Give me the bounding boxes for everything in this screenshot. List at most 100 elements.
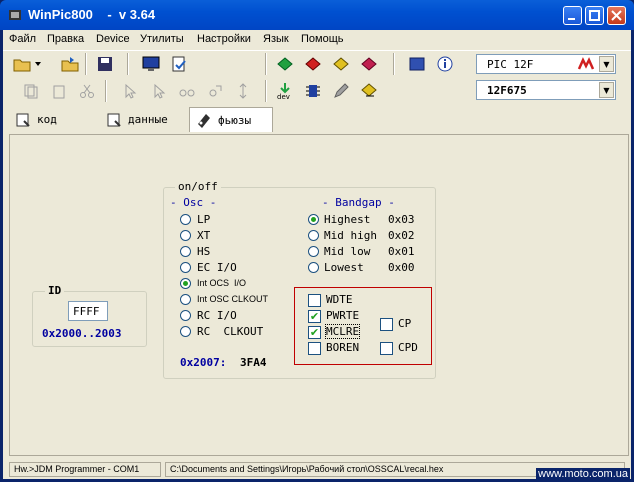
- about-button[interactable]: [435, 54, 455, 74]
- verify-button[interactable]: [331, 54, 351, 74]
- chevron-down-icon[interactable]: ▼: [599, 82, 614, 98]
- maximize-button[interactable]: [585, 6, 604, 25]
- osc-radio[interactable]: [180, 214, 191, 225]
- fuse-checkbox-pwrte[interactable]: ✔ PWRTE: [308, 309, 378, 324]
- cut-button[interactable]: [77, 81, 97, 101]
- bandgap-option-value: 0x02: [388, 229, 415, 242]
- bandgap-radio[interactable]: [308, 262, 319, 273]
- chip-read-icon: [277, 57, 293, 71]
- osc-option[interactable]: Int OSC CLKOUT: [180, 293, 290, 307]
- data-page-icon: [107, 113, 121, 127]
- fuse-checkbox-boren[interactable]: BOREN: [308, 341, 378, 356]
- bandgap-radio[interactable]: [308, 230, 319, 241]
- select-button[interactable]: [121, 81, 141, 101]
- fuse-checkbox-cp[interactable]: CP: [380, 317, 450, 332]
- separator: [127, 53, 128, 75]
- goto-button[interactable]: [233, 81, 253, 101]
- fuse-label: BOREN: [326, 341, 360, 354]
- fuse-label: CP: [398, 317, 412, 330]
- info-icon: [437, 56, 453, 72]
- osc-option[interactable]: RC CLKOUT: [180, 325, 290, 339]
- fuse-checkbox-cpd[interactable]: CPD: [380, 341, 450, 356]
- menu-edit[interactable]: Правка: [47, 33, 84, 45]
- fuse-chip-icon: [198, 114, 210, 128]
- checkbox[interactable]: ✔: [308, 326, 321, 339]
- bandgap-option[interactable]: Lowest 0x00: [308, 261, 423, 275]
- osc-radio[interactable]: [180, 326, 191, 337]
- minimize-button[interactable]: [563, 6, 582, 25]
- chevron-down-icon[interactable]: ▼: [599, 56, 614, 72]
- checkbox[interactable]: [380, 342, 393, 355]
- device-family-select[interactable]: PIC 12F ▼: [476, 54, 616, 74]
- osc-radio[interactable]: [180, 310, 191, 321]
- osc-option-label: EC I/O: [197, 261, 237, 274]
- device-model-select[interactable]: 12F675 ▼: [476, 80, 616, 100]
- bandgap-option[interactable]: Mid low 0x01: [308, 245, 423, 259]
- fuse-checkbox-mclre[interactable]: ✔ MCLRE: [308, 324, 378, 340]
- tab-code[interactable]: код: [15, 107, 79, 132]
- osc-option[interactable]: XT: [180, 229, 290, 243]
- open-folder-icon: [13, 59, 31, 72]
- pointer-button[interactable]: [149, 81, 169, 101]
- close-button[interactable]: [607, 6, 626, 25]
- bandgap-option-value: 0x01: [388, 245, 415, 258]
- replace-button[interactable]: [205, 81, 225, 101]
- open-button[interactable]: [12, 54, 32, 74]
- menu-utilities[interactable]: Утилиты: [140, 33, 184, 45]
- device-detect-button[interactable]: dev: [275, 81, 295, 101]
- toolbar: PIC 12F ▼ dev 12F675 ▼: [3, 50, 631, 107]
- osc-radio[interactable]: [180, 294, 191, 305]
- checkbox[interactable]: [308, 294, 321, 307]
- osc-option-label: LP: [197, 213, 211, 226]
- chip-program-icon: [361, 83, 377, 97]
- osc-option[interactable]: HS: [180, 245, 290, 259]
- bandgap-radio[interactable]: [308, 246, 319, 257]
- pen-button[interactable]: [331, 81, 351, 101]
- osc-radio[interactable]: [180, 262, 191, 273]
- pencil-icon: [334, 83, 349, 98]
- hardware-test-button[interactable]: [303, 81, 323, 101]
- menu-settings[interactable]: Настройки: [197, 33, 251, 45]
- write-all-button[interactable]: [303, 54, 323, 74]
- bandgap-option[interactable]: Mid high 0x02: [308, 229, 423, 243]
- bandgap-option[interactable]: Highest 0x03: [308, 213, 423, 227]
- menu-device[interactable]: Device: [96, 33, 130, 45]
- manual-button[interactable]: [407, 54, 427, 74]
- save-button[interactable]: [95, 54, 115, 74]
- osc-option[interactable]: Int OCS I/O: [180, 277, 290, 291]
- verify-settings-button[interactable]: [169, 54, 189, 74]
- osc-radio[interactable]: [180, 230, 191, 241]
- id-input[interactable]: FFFF: [68, 301, 108, 321]
- checkbox[interactable]: [380, 318, 393, 331]
- tab-data[interactable]: данные: [106, 107, 188, 132]
- osc-option[interactable]: LP: [180, 213, 290, 227]
- checkbox[interactable]: [308, 342, 321, 355]
- book-icon: [409, 57, 425, 71]
- close-icon: [611, 10, 622, 21]
- program-button[interactable]: [359, 81, 379, 101]
- tab-bar: код данные фьюзы: [3, 107, 631, 134]
- paste-icon: [53, 85, 65, 99]
- osc-option[interactable]: EC I/O: [180, 261, 290, 275]
- osc-option[interactable]: RC I/O: [180, 309, 290, 323]
- osc-radio[interactable]: [180, 246, 191, 257]
- menu-language[interactable]: Язык: [263, 33, 289, 45]
- checkbox[interactable]: ✔: [308, 310, 321, 323]
- osc-radio[interactable]: [180, 278, 191, 289]
- erase-button[interactable]: [359, 54, 379, 74]
- copy-button[interactable]: [21, 81, 41, 101]
- find-button[interactable]: [177, 81, 197, 101]
- bandgap-radio[interactable]: [308, 214, 319, 225]
- separator: [265, 80, 266, 102]
- fuse-label: PWRTE: [326, 309, 360, 322]
- tab-fuses[interactable]: фьюзы: [189, 107, 273, 132]
- hardware-settings-button[interactable]: [141, 54, 161, 74]
- open-dropdown[interactable]: [33, 54, 43, 74]
- read-all-button[interactable]: [275, 54, 295, 74]
- reload-button[interactable]: [60, 54, 80, 74]
- title-bar[interactable]: WinPic800 - v 3.64: [0, 0, 634, 30]
- menu-help[interactable]: Помощь: [301, 33, 344, 45]
- menu-file[interactable]: Файл: [9, 33, 36, 45]
- paste-button[interactable]: [49, 81, 69, 101]
- fuse-checkbox-wdte[interactable]: WDTE: [308, 293, 378, 308]
